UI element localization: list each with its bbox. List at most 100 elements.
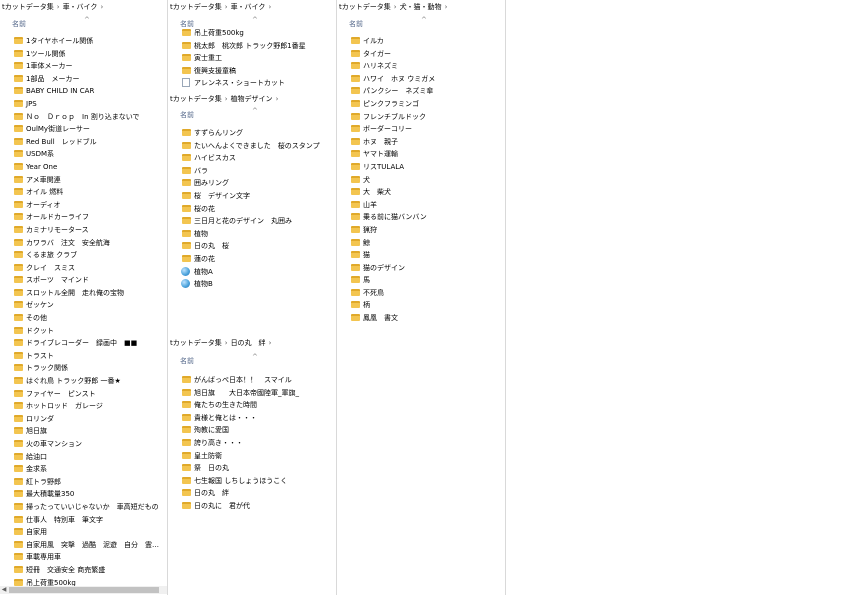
list-item[interactable]: 紅トラ野郎 xyxy=(0,476,167,489)
list-item[interactable]: 猫のデザイン xyxy=(337,262,505,275)
list-item[interactable]: くるま旅 クラブ xyxy=(0,249,167,262)
breadcrumb-item[interactable]: tカットデータ集 xyxy=(170,1,222,13)
column-header-name[interactable]: ^ 名前 xyxy=(0,16,167,32)
list-item[interactable]: ハワイ ホヌ ウミガメ xyxy=(337,73,505,86)
list-item[interactable]: 短冊 交通安全 商売繁盛 xyxy=(0,564,167,577)
list-item[interactable]: 祭 日の丸 xyxy=(168,462,336,475)
column-header-name[interactable]: ^ 名前 xyxy=(168,107,336,123)
list-item[interactable]: 復興支援童稿 xyxy=(168,65,336,78)
list-item[interactable]: 旭日旗 大日本帝國陸軍_軍旗_ xyxy=(168,387,336,400)
list-item[interactable]: その他 xyxy=(0,312,167,325)
breadcrumb-item[interactable]: tカットデータ集 xyxy=(2,1,54,13)
list-item[interactable]: がんばっぺ日本！！ スマイル xyxy=(168,374,336,387)
list-item[interactable]: オーディオ xyxy=(0,199,167,212)
list-item[interactable]: 貴様と俺とは・・・ xyxy=(168,412,336,425)
list-item[interactable]: 寅士重工 xyxy=(168,52,336,65)
list-item[interactable]: オールドカーライフ xyxy=(0,211,167,224)
list-item[interactable]: 自家用 xyxy=(0,526,167,539)
list-item[interactable]: BABY CHILD IN CAR xyxy=(0,85,167,98)
list-item[interactable]: 乗る前に猫バンバン xyxy=(337,211,505,224)
list-item[interactable]: JPS xyxy=(0,98,167,111)
list-item[interactable]: 給油口 xyxy=(0,451,167,464)
list-item[interactable]: 囲みリング xyxy=(168,177,336,190)
list-item[interactable]: 桜 デザイン文字 xyxy=(168,190,336,203)
breadcrumb-item[interactable]: tカットデータ集 xyxy=(170,337,222,349)
list-item[interactable]: 仕事人 特別車 筆文字 xyxy=(0,514,167,527)
breadcrumb-item[interactable]: 日の丸 絆 xyxy=(231,337,266,349)
list-item[interactable]: 1車体メーカー xyxy=(0,60,167,73)
list-item[interactable]: 犬 xyxy=(337,174,505,187)
list-item[interactable]: 誇り高き・・・ xyxy=(168,437,336,450)
list-item[interactable]: たいへんよくできました 桜のスタンプ xyxy=(168,140,336,153)
list-item[interactable]: 不死鳥 xyxy=(337,287,505,300)
list-item[interactable]: スロットル全開 走れ俺の宝物 xyxy=(0,287,167,300)
list-item[interactable]: はぐれ鳥 トラック野郎 一番★ xyxy=(0,375,167,388)
list-item[interactable]: 植物 xyxy=(168,228,336,241)
list-item[interactable]: 桜の花 xyxy=(168,203,336,216)
list-item[interactable]: ボーダーコリー xyxy=(337,123,505,136)
list-item[interactable]: リスTULALA xyxy=(337,161,505,174)
list-item[interactable]: すずらんリング xyxy=(168,127,336,140)
list-item[interactable]: 火の車マンション xyxy=(0,438,167,451)
list-item[interactable]: トラスト xyxy=(0,350,167,363)
list-item[interactable]: ヤマト運輸 xyxy=(337,148,505,161)
list-item[interactable]: ドライブレコーダー 録画中 ■■ xyxy=(0,337,167,350)
scroll-left-icon[interactable]: ◀ xyxy=(0,586,8,594)
list-item[interactable]: スポーツ マインド xyxy=(0,274,167,287)
list-item[interactable]: 桃太郎 桃次郎 トラック野郎1番星 xyxy=(168,40,336,53)
list-item[interactable]: ロリンダ xyxy=(0,413,167,426)
list-item[interactable]: フレンチブルドック xyxy=(337,111,505,124)
breadcrumb-item[interactable]: tカットデータ集 xyxy=(170,93,222,105)
list-item[interactable]: オイル 燃料 xyxy=(0,186,167,199)
list-item[interactable]: 金求系 xyxy=(0,463,167,476)
list-item[interactable]: 吊上荷重500kg xyxy=(168,27,336,40)
list-item[interactable]: 掃ったっていいじゃないか 車高短だもの xyxy=(0,501,167,514)
column-header-name[interactable]: ^ 名前 xyxy=(168,353,336,369)
list-item[interactable]: イルカ xyxy=(337,35,505,48)
list-item[interactable]: 自家用風 突撃 過酷 泥遊 自分 霊… xyxy=(0,539,167,552)
list-item[interactable]: Ｎｏ Ｄｒｏｐ In 割り込まないで xyxy=(0,111,167,124)
list-item[interactable]: 猟狩 xyxy=(337,224,505,237)
list-item[interactable]: 殉教に愛国 xyxy=(168,424,336,437)
list-item[interactable]: 俺たちの生きた時間 xyxy=(168,399,336,412)
list-item[interactable]: ホヌ 親子 xyxy=(337,136,505,149)
list-item[interactable]: 日の丸 絆 xyxy=(168,487,336,500)
list-item[interactable]: 鳳凰 書文 xyxy=(337,312,505,325)
list-item[interactable]: アメ車関連 xyxy=(0,174,167,187)
list-item[interactable]: 山羊 xyxy=(337,199,505,212)
list-item[interactable]: 大 柴犬 xyxy=(337,186,505,199)
list-item[interactable]: ゼッケン xyxy=(0,299,167,312)
scrollbar-thumb[interactable] xyxy=(9,587,159,593)
list-item[interactable]: 三日月と花のデザイン 丸囲み xyxy=(168,215,336,228)
list-item[interactable]: USDM系 xyxy=(0,148,167,161)
list-item[interactable]: アレンネス・ショートカット xyxy=(168,77,336,90)
list-item[interactable]: カワラバ 注文 安全航海 xyxy=(0,237,167,250)
list-item[interactable]: ピンクフラミンゴ xyxy=(337,98,505,111)
list-item[interactable]: クレイ スミス xyxy=(0,262,167,275)
list-item[interactable]: Red Bull レッドブル xyxy=(0,136,167,149)
list-item[interactable]: 1タイヤホイール関係 xyxy=(0,35,167,48)
list-item[interactable]: カミナリモータース xyxy=(0,224,167,237)
list-item[interactable]: Year One xyxy=(0,161,167,174)
list-item[interactable]: パンクシー ネズミ傘 xyxy=(337,85,505,98)
horizontal-scrollbar[interactable]: ◀ xyxy=(0,586,167,594)
breadcrumb-item[interactable]: 車・バイク xyxy=(231,1,266,13)
list-item[interactable]: ハリネズミ xyxy=(337,60,505,73)
list-item[interactable]: 1ツール関係 xyxy=(0,48,167,61)
list-item[interactable]: 皇土防衛 xyxy=(168,450,336,463)
list-item[interactable]: 柄 xyxy=(337,299,505,312)
list-item[interactable]: 日の丸 桜 xyxy=(168,240,336,253)
list-item[interactable]: 1部品 メーカー xyxy=(0,73,167,86)
breadcrumb-item[interactable]: 車・バイク xyxy=(63,1,98,13)
list-item[interactable]: 植物A xyxy=(168,266,336,279)
list-item[interactable]: 猫 xyxy=(337,249,505,262)
list-item[interactable]: 鯨 xyxy=(337,237,505,250)
column-header-name[interactable]: ^ 名前 xyxy=(337,16,505,32)
list-item[interactable]: バラ xyxy=(168,165,336,178)
list-item[interactable]: 最大積載量350 xyxy=(0,488,167,501)
list-item[interactable]: ホットロッド ガレージ xyxy=(0,400,167,413)
list-item[interactable]: 車載専用車 xyxy=(0,551,167,564)
list-item[interactable]: トラック関係 xyxy=(0,362,167,375)
list-item[interactable]: ハイビスカス xyxy=(168,152,336,165)
list-item[interactable]: 馬 xyxy=(337,274,505,287)
